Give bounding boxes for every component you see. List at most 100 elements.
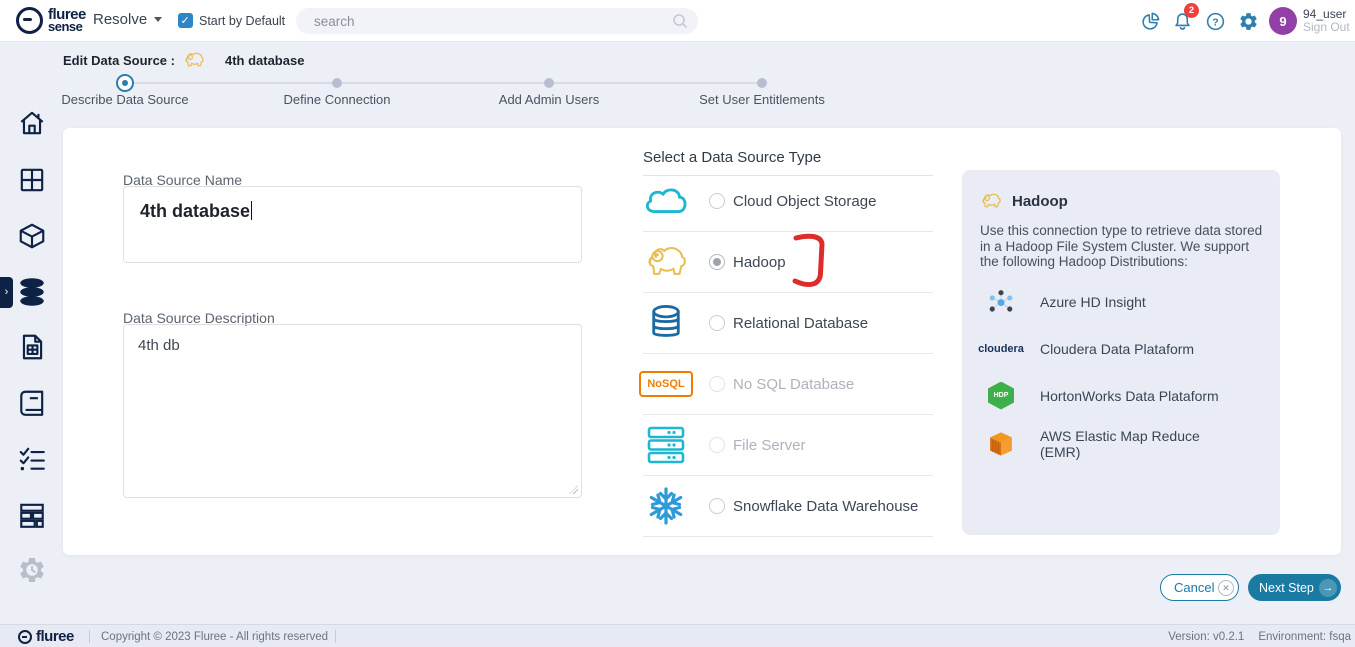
azure-hdinsight-icon — [980, 288, 1022, 316]
sidebar-item-tasks[interactable] — [17, 444, 47, 474]
file-server-icon — [643, 425, 689, 465]
usage-pie-chart-icon[interactable] — [1140, 11, 1161, 32]
sidebar-item-storage[interactable] — [17, 500, 47, 530]
text-cursor — [251, 201, 252, 220]
user-avatar[interactable]: 9 — [1269, 7, 1297, 35]
footer-version: Version: v0.2.1 — [1168, 631, 1244, 643]
step-dot-add-admin-users[interactable] — [544, 78, 554, 88]
data-source-name-value: 4th database — [140, 201, 250, 221]
footer-brand-text: fluree — [36, 628, 74, 645]
step-label-add-admin-users: Add Admin Users — [459, 92, 639, 107]
footer-fluree-logo: fluree — [18, 628, 74, 645]
username-label: 94_user — [1303, 7, 1346, 21]
cloudera-logo-text: cloudera — [978, 343, 1024, 355]
sidebar-item-home[interactable] — [17, 108, 47, 138]
distribution-aws-emr: AWS Elastic Map Reduce (EMR) — [980, 428, 1262, 460]
type-row-nosql-database: NoSQL No SQL Database — [643, 354, 933, 415]
distribution-label-aws-emr: AWS Elastic Map Reduce (EMR) — [1040, 428, 1240, 460]
next-step-button[interactable]: Next Step → — [1248, 574, 1341, 601]
breadcrumb-label: Edit Data Source : — [63, 53, 175, 68]
help-icon[interactable]: ? — [1205, 11, 1226, 32]
sidebar-item-grid[interactable] — [17, 165, 47, 195]
notification-badge: 2 — [1184, 3, 1199, 18]
step-dot-describe-data-source[interactable] — [116, 74, 134, 92]
resolve-dropdown-label: Resolve — [93, 11, 147, 28]
snowflake-icon — [643, 486, 689, 526]
hadoop-info-panel: Hadoop Use this connection type to retri… — [962, 170, 1280, 535]
start-by-default-checkbox-group: Start by Default — [178, 13, 285, 28]
nosql-icon: NoSQL — [643, 371, 689, 397]
relational-database-icon — [643, 303, 689, 343]
type-row-relational-database[interactable]: Relational Database — [643, 293, 933, 354]
cloudera-icon: cloudera — [980, 343, 1022, 355]
distribution-hortonworks: HDP HortonWorks Data Plataform — [980, 381, 1262, 411]
type-label-nosql-database: No SQL Database — [733, 376, 854, 393]
search-icon — [672, 13, 688, 29]
nosql-badge-text: NoSQL — [639, 371, 692, 397]
top-bar: fluree sense Resolve Start by Default 2 … — [0, 0, 1355, 42]
footer-divider — [89, 630, 90, 643]
start-by-default-label: Start by Default — [199, 14, 285, 28]
footer-divider — [335, 630, 336, 643]
type-row-cloud-object-storage[interactable]: Cloud Object Storage — [643, 171, 933, 232]
sidebar-item-documentation[interactable] — [17, 388, 47, 418]
sidebar-item-scheduler[interactable] — [17, 555, 47, 585]
type-row-file-server: File Server — [643, 415, 933, 476]
hdp-icon: HDP — [980, 382, 1022, 410]
type-label-relational-database: Relational Database — [733, 315, 868, 332]
cloud-icon — [643, 184, 689, 218]
chevron-down-icon — [154, 17, 162, 22]
radio-nosql-database — [709, 376, 725, 392]
data-source-name-input[interactable]: 4th database — [123, 186, 582, 263]
hadoop-elephant-icon — [643, 243, 689, 281]
resolve-dropdown[interactable]: Resolve — [93, 11, 162, 28]
arrow-right-icon: → — [1319, 579, 1337, 597]
sidebar-item-cube[interactable] — [17, 221, 47, 251]
type-label-snowflake-data-warehouse: Snowflake Data Warehouse — [733, 498, 918, 515]
sidebar-item-data-sources[interactable] — [17, 277, 47, 307]
app-root: fluree sense Resolve Start by Default 2 … — [0, 0, 1355, 647]
type-row-snowflake-data-warehouse[interactable]: Snowflake Data Warehouse — [643, 476, 933, 537]
radio-relational-database[interactable] — [709, 315, 725, 331]
fluree-logo-icon — [18, 630, 32, 644]
fluree-logo-icon — [16, 7, 43, 34]
distribution-label-azure: Azure HD Insight — [1040, 294, 1240, 310]
distribution-label-cloudera: Cloudera Data Plataform — [1040, 341, 1240, 357]
avatar-initial: 9 — [1279, 14, 1286, 29]
panel-title: Hadoop — [1012, 193, 1068, 210]
type-row-hadoop[interactable]: Hadoop — [643, 232, 933, 293]
edit-data-source-card: Data Source Name 4th database Data Sourc… — [63, 128, 1341, 555]
cancel-button[interactable]: Cancel ✕ — [1160, 574, 1239, 601]
data-source-description-textarea[interactable]: 4th db — [123, 324, 582, 498]
brand-line2: sense — [48, 21, 86, 33]
type-label-hadoop: Hadoop — [733, 254, 786, 271]
data-source-description-value: 4th db — [138, 337, 180, 354]
radio-snowflake-data-warehouse[interactable] — [709, 498, 725, 514]
search-input[interactable] — [296, 8, 698, 34]
fluree-sense-logo[interactable]: fluree sense — [16, 7, 86, 34]
brand-text: fluree sense — [48, 9, 86, 33]
footer: fluree Copyright © 2023 Fluree - All rig… — [0, 624, 1355, 647]
sidebar-item-report[interactable] — [17, 332, 47, 362]
panel-description: Use this connection type to retrieve dat… — [980, 223, 1268, 270]
distribution-label-hortonworks: HortonWorks Data Plataform — [1040, 388, 1240, 404]
step-dot-set-user-entitlements[interactable] — [757, 78, 767, 88]
hadoop-elephant-icon — [183, 51, 205, 69]
step-dot-define-connection[interactable] — [332, 78, 342, 88]
resize-handle[interactable] — [569, 485, 579, 495]
footer-copyright: Copyright © 2023 Fluree - All rights res… — [101, 631, 328, 643]
step-label-describe-data-source: Describe Data Source — [35, 92, 215, 107]
radio-hadoop[interactable] — [709, 254, 725, 270]
radio-cloud-object-storage[interactable] — [709, 193, 725, 209]
distribution-cloudera: cloudera Cloudera Data Plataform — [980, 334, 1262, 364]
sidebar-active-indicator[interactable]: › — [0, 277, 13, 308]
type-label-cloud-object-storage: Cloud Object Storage — [733, 193, 876, 210]
svg-text:?: ? — [1212, 16, 1218, 28]
breadcrumb-value: 4th database — [225, 53, 304, 68]
hdp-badge-text: HDP — [994, 392, 1009, 399]
settings-gear-icon[interactable] — [1238, 11, 1259, 32]
step-label-set-user-entitlements: Set User Entitlements — [672, 92, 852, 107]
start-by-default-checkbox[interactable] — [178, 13, 193, 28]
footer-environment: Environment: fsqa — [1258, 631, 1351, 643]
sign-out-link[interactable]: Sign Out — [1303, 20, 1350, 34]
